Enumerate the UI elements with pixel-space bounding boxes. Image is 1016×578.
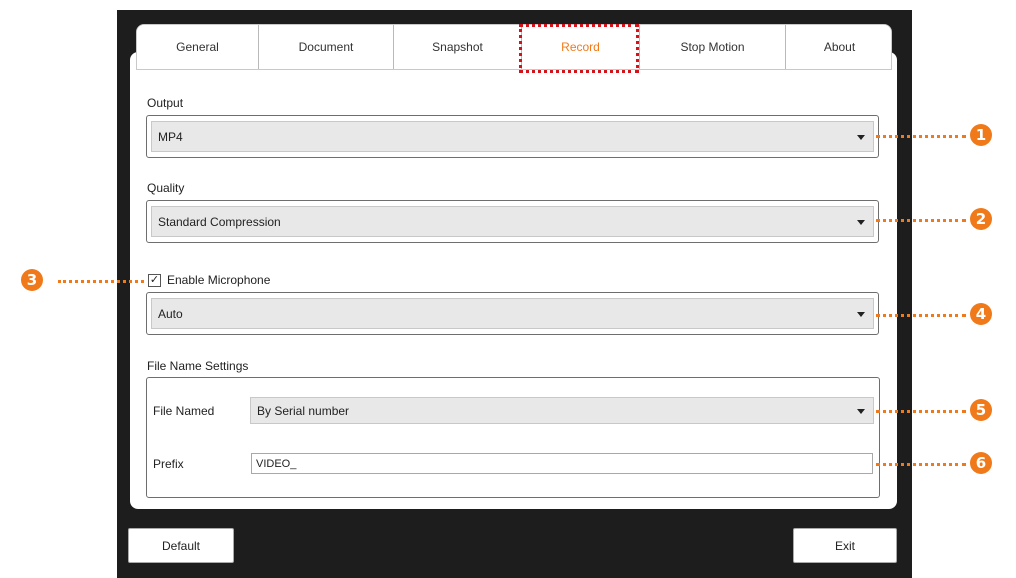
- tab-general[interactable]: General: [137, 25, 259, 69]
- callout-leader-1: [876, 135, 966, 138]
- callout-leader-4: [876, 314, 966, 317]
- file-named-label: File Named: [153, 404, 215, 418]
- callout-leader-2: [876, 219, 966, 222]
- chevron-down-icon: [857, 311, 865, 317]
- callout-leader-5: [876, 410, 966, 413]
- output-value: MP4: [158, 129, 183, 144]
- callout-badge-4: 4: [970, 303, 992, 325]
- tab-document[interactable]: Document: [259, 25, 394, 69]
- prefix-label: Prefix: [153, 457, 184, 471]
- default-button[interactable]: Default: [128, 528, 234, 563]
- file-name-settings-title: File Name Settings: [147, 359, 249, 373]
- callout-badge-1: 1: [970, 124, 992, 146]
- microphone-select-frame: Auto: [146, 292, 879, 335]
- quality-value: Standard Compression: [158, 214, 281, 229]
- tab-about[interactable]: About: [786, 25, 891, 69]
- callout-badge-2: 2: [970, 208, 992, 230]
- exit-button[interactable]: Exit: [793, 528, 897, 563]
- microphone-select[interactable]: Auto: [151, 298, 874, 329]
- checkmark-icon: ✓: [149, 274, 160, 286]
- chevron-down-icon: [857, 134, 865, 140]
- callout-badge-5: 5: [970, 399, 992, 421]
- file-named-value: By Serial number: [257, 403, 350, 418]
- file-name-settings-group: [146, 377, 880, 498]
- output-select-frame: MP4: [146, 115, 879, 158]
- chevron-down-icon: [857, 219, 865, 225]
- tab-snapshot[interactable]: Snapshot: [394, 25, 522, 69]
- quality-select-frame: Standard Compression: [146, 200, 879, 243]
- output-label: Output: [147, 96, 184, 110]
- tab-bar: General Document Snapshot Record Stop Mo…: [136, 24, 892, 70]
- tab-stop-motion[interactable]: Stop Motion: [640, 25, 786, 69]
- callout-badge-6: 6: [970, 452, 992, 474]
- quality-select[interactable]: Standard Compression: [151, 206, 874, 237]
- callout-badge-3: 3: [21, 269, 43, 291]
- callout-leader-3: [58, 280, 144, 283]
- quality-label: Quality: [147, 181, 185, 195]
- enable-microphone-checkbox[interactable]: ✓: [148, 274, 161, 287]
- chevron-down-icon: [857, 408, 865, 414]
- callout-leader-6: [876, 463, 966, 466]
- prefix-input[interactable]: VIDEO_: [251, 453, 873, 474]
- active-tab-highlight: [519, 24, 639, 73]
- enable-microphone-label: Enable Microphone: [167, 273, 271, 287]
- microphone-value: Auto: [158, 306, 183, 321]
- output-select[interactable]: MP4: [151, 121, 874, 152]
- file-named-select[interactable]: By Serial number: [250, 397, 874, 424]
